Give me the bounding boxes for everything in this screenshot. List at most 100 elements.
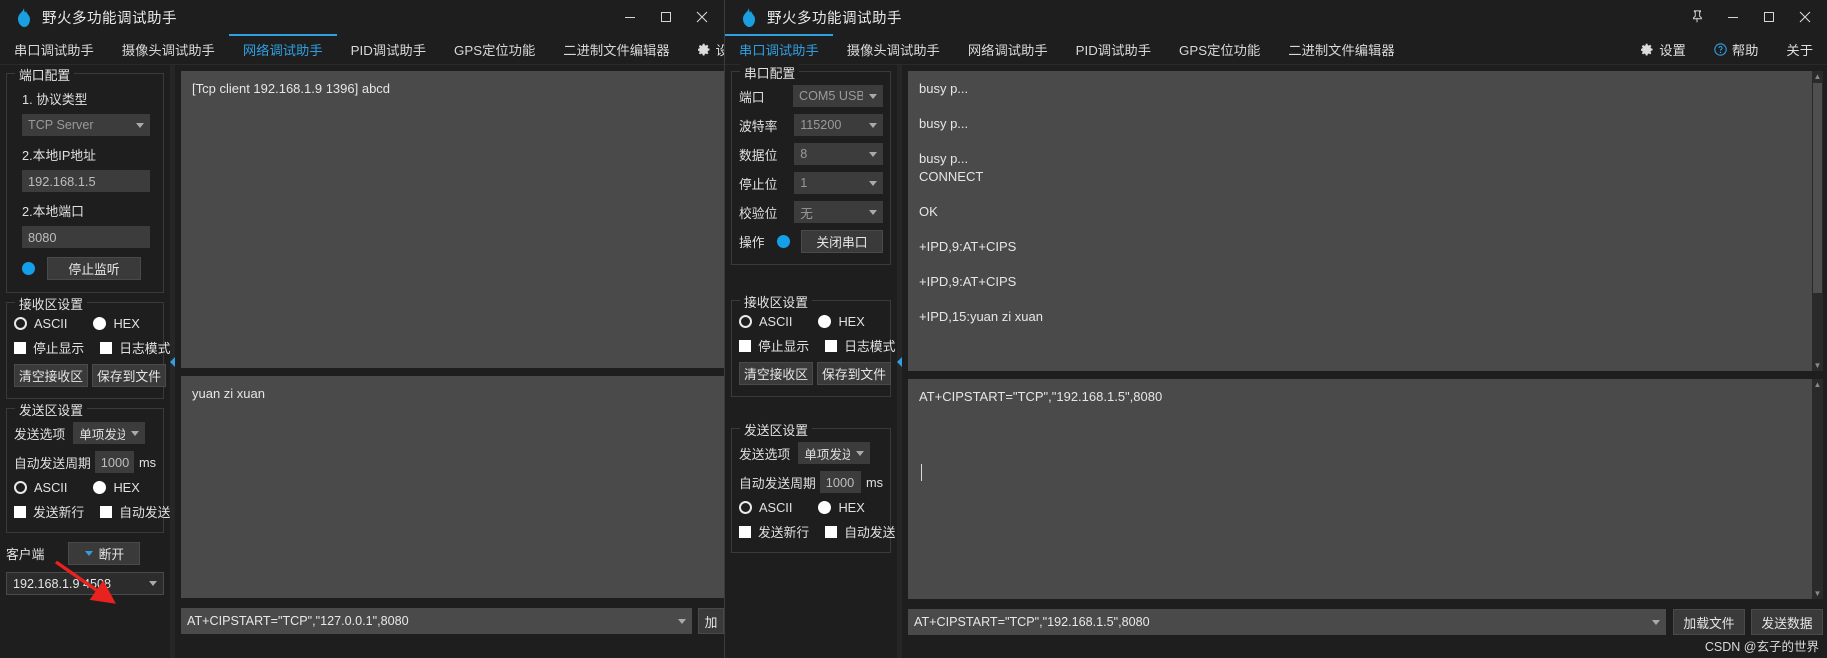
client-select[interactable]: 192.168.1.9 4508 xyxy=(6,572,164,595)
send-line: AT+CIPSTART="TCP","192.168.1.5",8080 xyxy=(919,389,1163,404)
pin-icon[interactable] xyxy=(1679,2,1715,32)
send-hex-radio[interactable] xyxy=(93,481,107,494)
receive-display-area[interactable]: busy p... busy p... busy p... CONNECT OK… xyxy=(908,71,1812,371)
tab-camera[interactable]: 摄像头调试助手 xyxy=(108,34,229,64)
receive-display-area[interactable]: [Tcp client 192.168.1.9 1396] abcd xyxy=(181,71,724,368)
send-data-label: 发送数据 xyxy=(1761,615,1813,631)
tab-pid[interactable]: PID调试助手 xyxy=(1062,34,1165,64)
send-newline-checkbox[interactable] xyxy=(14,505,26,518)
tab-gps[interactable]: GPS定位功能 xyxy=(1165,34,1274,64)
help-button[interactable]: 帮助 xyxy=(1700,34,1773,64)
pane-divider[interactable] xyxy=(181,368,724,376)
send-ascii-label: ASCII xyxy=(759,500,793,515)
send-hex-label: HEX xyxy=(838,500,865,515)
stop-display-label: 停止显示 xyxy=(33,341,85,356)
disconnect-button[interactable]: 断开 xyxy=(68,542,141,565)
send-scrollbar[interactable]: ▲ ▼ xyxy=(1812,379,1823,599)
settings-button[interactable]: 设置 xyxy=(684,34,724,64)
load-file-button[interactable]: 加 xyxy=(698,608,724,634)
auto-period-label: 自动发送周期 xyxy=(739,475,816,491)
auto-send-checkbox[interactable] xyxy=(100,505,113,518)
databits-select[interactable]: 8 xyxy=(794,143,883,165)
send-option-select[interactable]: 单项发送 xyxy=(73,422,146,444)
tab-camera[interactable]: 摄像头调试助手 xyxy=(833,34,954,64)
scroll-up-icon[interactable]: ▲ xyxy=(1812,379,1823,390)
local-ip-input[interactable]: 192.168.1.5 xyxy=(22,170,150,192)
receive-scrollbar[interactable]: ▲ ▼ xyxy=(1812,71,1823,371)
stop-display-checkbox[interactable] xyxy=(14,341,26,354)
receive-ascii-radio[interactable] xyxy=(14,317,27,330)
auto-period-input[interactable]: 1000 xyxy=(94,451,134,473)
save-to-file-button[interactable]: 保存到文件 xyxy=(817,362,891,385)
help-icon xyxy=(1714,42,1727,56)
stop-display-checkbox[interactable] xyxy=(739,339,751,352)
close-icon[interactable] xyxy=(684,2,720,32)
receive-line xyxy=(919,291,1801,309)
local-port-input[interactable]: 8080 xyxy=(22,226,150,248)
scroll-up-icon[interactable]: ▲ xyxy=(1812,71,1823,82)
send-option-value: 单项发送 xyxy=(804,447,851,462)
clear-receive-button[interactable]: 清空接收区 xyxy=(739,362,813,385)
minimize-icon[interactable] xyxy=(1715,2,1751,32)
send-data-button[interactable]: 发送数据 xyxy=(1751,609,1823,635)
send-hex-radio[interactable] xyxy=(818,501,832,514)
send-edit-area[interactable]: AT+CIPSTART="TCP","192.168.1.5",8080 xyxy=(908,379,1812,599)
flame-icon xyxy=(738,6,758,28)
receive-hex-radio[interactable] xyxy=(818,315,832,328)
log-mode-checkbox[interactable] xyxy=(825,339,838,352)
tab-network[interactable]: 网络调试助手 xyxy=(228,34,337,64)
settings-button[interactable]: 设置 xyxy=(1627,34,1700,64)
send-ascii-radio[interactable] xyxy=(739,501,752,514)
left-sidebar: 端口配置 1. 协议类型 TCP Server 2.本地IP地址 192.168… xyxy=(0,65,170,658)
send-newline-checkbox[interactable] xyxy=(739,525,751,538)
maximize-icon[interactable] xyxy=(1751,2,1787,32)
receive-hex-radio[interactable] xyxy=(93,317,107,330)
send-edit-area[interactable]: yuan zi xuan xyxy=(181,376,724,598)
left-body: 端口配置 1. 协议类型 TCP Server 2.本地IP地址 192.168… xyxy=(0,65,724,658)
tab-binary-editor[interactable]: 二进制文件编辑器 xyxy=(549,34,683,64)
scroll-down-icon[interactable]: ▼ xyxy=(1812,588,1823,599)
close-serial-button[interactable]: 关闭串口 xyxy=(800,230,883,253)
auto-period-input[interactable]: 1000 xyxy=(819,471,861,493)
local-port-value: 8080 xyxy=(28,229,57,245)
scroll-down-icon[interactable]: ▼ xyxy=(1812,360,1823,371)
tab-binary-editor[interactable]: 二进制文件编辑器 xyxy=(1274,34,1408,64)
serial-action-row: 操作 关闭串口 xyxy=(739,230,883,253)
serial-config-legend: 串口配置 xyxy=(740,63,800,82)
send-option-select[interactable]: 单项发送 xyxy=(798,442,871,464)
tab-label: 网络调试助手 xyxy=(242,42,323,58)
minimize-icon[interactable] xyxy=(612,2,648,32)
tab-network[interactable]: 网络调试助手 xyxy=(954,34,1062,64)
serial-port-select[interactable]: COM5 USB xyxy=(793,85,883,107)
send-ascii-radio[interactable] xyxy=(14,481,27,494)
right-splitter[interactable] xyxy=(897,65,902,658)
save-to-file-button[interactable]: 保存到文件 xyxy=(92,364,166,387)
log-mode-checkbox[interactable] xyxy=(100,341,113,354)
about-button[interactable]: 关于 xyxy=(1772,34,1827,64)
tab-label: PID调试助手 xyxy=(1075,42,1151,58)
stop-listen-button[interactable]: 停止监听 xyxy=(47,257,141,280)
protocol-type-select[interactable]: TCP Server xyxy=(22,114,150,136)
tab-serial[interactable]: 串口调试助手 xyxy=(725,34,833,64)
left-splitter[interactable] xyxy=(170,65,175,658)
receive-config-legend: 接收区设置 xyxy=(740,292,812,311)
load-file-button[interactable]: 加载文件 xyxy=(1673,609,1745,635)
stopbits-select[interactable]: 1 xyxy=(794,172,883,194)
receive-ascii-radio[interactable] xyxy=(739,315,752,328)
parity-label: 校验位 xyxy=(739,205,778,221)
parity-select[interactable]: 无 xyxy=(794,201,883,223)
listen-row: 停止监听 xyxy=(22,257,156,280)
tab-gps[interactable]: GPS定位功能 xyxy=(440,34,549,64)
pane-divider[interactable] xyxy=(908,371,1823,379)
send-command-input[interactable]: AT+CIPSTART="TCP","127.0.0.1",8080 xyxy=(181,608,692,634)
tab-pid[interactable]: PID调试助手 xyxy=(337,34,440,64)
auto-send-checkbox[interactable] xyxy=(825,525,838,538)
scrollbar-thumb[interactable] xyxy=(1813,83,1822,293)
tab-serial[interactable]: 串口调试助手 xyxy=(0,34,108,64)
send-command-input[interactable]: AT+CIPSTART="TCP","192.168.1.5",8080 xyxy=(908,609,1666,635)
clear-receive-button[interactable]: 清空接收区 xyxy=(14,364,88,387)
baudrate-select[interactable]: 115200 xyxy=(794,114,883,136)
right-tabbar-right: 设置 帮助 关于 xyxy=(1627,34,1827,64)
maximize-icon[interactable] xyxy=(648,2,684,32)
close-icon[interactable] xyxy=(1787,2,1823,32)
